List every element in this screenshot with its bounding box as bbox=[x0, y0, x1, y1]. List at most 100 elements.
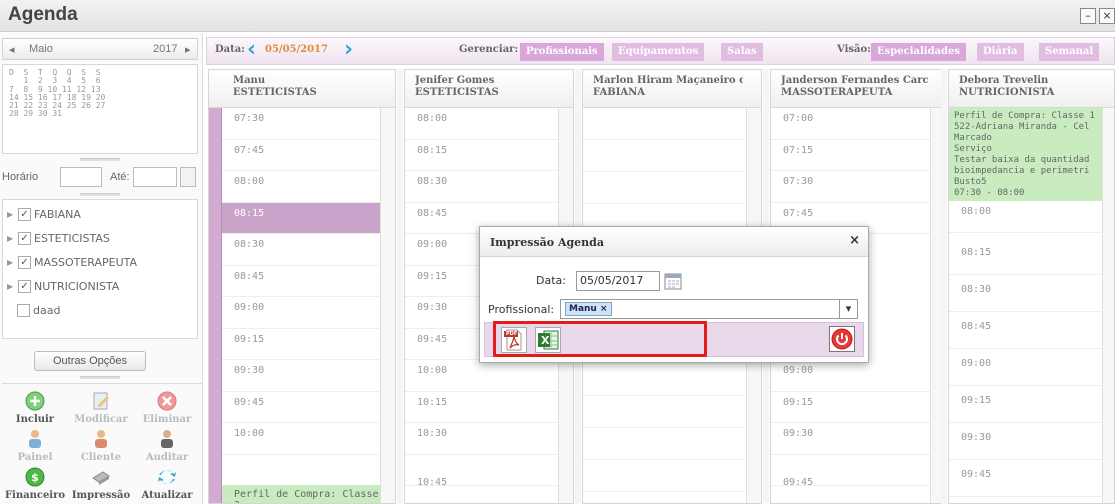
time-slot[interactable]: 09:15 bbox=[949, 386, 1102, 423]
refresh-button[interactable]: Atualizar bbox=[134, 466, 200, 501]
time-slot[interactable]: 08:30 bbox=[949, 275, 1102, 312]
title-bar: Agenda – × bbox=[0, 0, 1115, 32]
expand-arrow-icon[interactable]: ▶ bbox=[7, 210, 15, 219]
checkbox[interactable]: ✓ bbox=[18, 255, 31, 269]
time-slot[interactable]: 08:45 bbox=[222, 266, 381, 297]
time-slot[interactable]: 09:45 bbox=[771, 455, 930, 488]
time-slot[interactable]: 09:00 bbox=[771, 360, 930, 392]
time-slot[interactable]: 09:45 bbox=[949, 460, 1102, 497]
manage-equipment-button[interactable]: Equipamentos bbox=[612, 43, 705, 61]
professional-tag: Manu × bbox=[565, 302, 612, 316]
delete-button[interactable]: Eliminar bbox=[134, 390, 200, 425]
current-date[interactable]: 05/05/2017 bbox=[265, 44, 328, 55]
time-slot[interactable]: 08:00 bbox=[222, 171, 381, 203]
time-slot[interactable]: 08:45 bbox=[949, 312, 1102, 349]
time-slot[interactable]: 07:00 bbox=[771, 108, 930, 140]
manage-professionals-button[interactable]: Profissionais bbox=[520, 43, 604, 61]
checkbox[interactable] bbox=[17, 303, 30, 317]
professional-specialty: ESTETICISTAS bbox=[233, 87, 317, 98]
include-button[interactable]: Incluir bbox=[2, 390, 68, 425]
audit-button[interactable]: Auditar bbox=[134, 428, 200, 463]
view-weekly-button[interactable]: Semanal bbox=[1039, 43, 1100, 61]
time-slot[interactable]: 10:00 bbox=[222, 423, 381, 455]
time-slot[interactable]: 07:30 bbox=[771, 171, 930, 203]
column-splitter[interactable] bbox=[941, 69, 947, 504]
manage-rooms-button[interactable]: Salas bbox=[721, 43, 763, 61]
time-slot-selected[interactable]: 08:15 bbox=[222, 202, 381, 234]
professional-select[interactable]: Manu × ▾ bbox=[560, 299, 858, 319]
expand-arrow-icon[interactable]: ▶ bbox=[7, 234, 15, 243]
tree-item[interactable]: ▶ ✓ NUTRICIONISTA bbox=[7, 277, 119, 295]
time-slot[interactable]: 08:30 bbox=[222, 234, 381, 266]
panel-button[interactable]: Painel bbox=[2, 428, 68, 463]
splitter-handle[interactable] bbox=[80, 158, 120, 161]
power-off-button[interactable] bbox=[829, 326, 855, 352]
checkbox[interactable]: ✓ bbox=[18, 231, 31, 245]
prev-month-button[interactable]: ◂ bbox=[9, 43, 15, 56]
print-button[interactable]: Impressão bbox=[68, 466, 134, 501]
mini-calendar[interactable]: D S T Q Q S S 1 2 3 4 5 6 7 8 9 10 11 12… bbox=[2, 64, 198, 154]
next-month-button[interactable]: ▸ bbox=[185, 43, 191, 56]
splitter-handle[interactable] bbox=[80, 376, 120, 379]
dialog-close-button[interactable]: × bbox=[849, 233, 860, 248]
column-scrollbar[interactable] bbox=[1102, 108, 1114, 503]
financial-button[interactable]: $ Financeiro bbox=[2, 466, 68, 501]
date-input[interactable]: 05/05/2017 bbox=[576, 271, 660, 291]
time-slot[interactable]: 09:00 bbox=[949, 349, 1102, 386]
time-slot[interactable]: 09:15 bbox=[222, 329, 381, 360]
tag-remove-icon[interactable]: × bbox=[600, 304, 608, 314]
checkbox[interactable]: ✓ bbox=[18, 207, 31, 221]
hours-scroll[interactable] bbox=[180, 167, 196, 187]
time-slot[interactable]: 09:30 bbox=[771, 423, 930, 455]
column-selection-strip[interactable] bbox=[209, 108, 222, 503]
professional-name: Janderson Fernandes Carc bbox=[781, 75, 929, 86]
prev-day-button[interactable]: ‹ bbox=[247, 39, 256, 61]
time-slot[interactable]: 07:15 bbox=[771, 140, 930, 171]
time-slot[interactable]: 09:15 bbox=[771, 392, 930, 423]
export-excel-button[interactable]: X bbox=[535, 327, 561, 353]
column-splitter[interactable] bbox=[397, 69, 403, 504]
time-slot[interactable]: 07:45 bbox=[222, 140, 381, 171]
splitter-handle[interactable] bbox=[80, 193, 120, 196]
checkbox[interactable]: ✓ bbox=[18, 279, 31, 293]
time-slot[interactable]: 08:15 bbox=[949, 238, 1102, 275]
dropdown-arrow-icon[interactable]: ▾ bbox=[839, 300, 857, 318]
tree-item[interactable]: daad bbox=[17, 301, 60, 319]
appointment-line: Busto5 bbox=[954, 177, 987, 187]
time-slot[interactable]: 10:45 bbox=[405, 455, 558, 488]
time-slot[interactable]: 08:15 bbox=[405, 140, 558, 171]
appointment-preview[interactable]: Perfil de Compra: Classe 3 bbox=[222, 485, 381, 503]
time-slot[interactable]: 09:00 bbox=[222, 297, 381, 329]
view-specialties-button[interactable]: Especialidades bbox=[871, 43, 967, 61]
expand-arrow-icon[interactable]: ▶ bbox=[7, 282, 15, 291]
column-scrollbar[interactable] bbox=[380, 108, 395, 503]
tree-item[interactable]: ▶ ✓ MASSOTERAPEUTA bbox=[7, 253, 137, 271]
export-pdf-button[interactable]: PDF bbox=[501, 327, 527, 353]
hours-until-input[interactable] bbox=[133, 167, 177, 187]
time-slot[interactable]: 09:30 bbox=[222, 360, 381, 392]
modify-button[interactable]: Modificar bbox=[68, 390, 134, 425]
time-slot[interactable]: 09:45 bbox=[222, 392, 381, 423]
time-slot[interactable]: 08:30 bbox=[405, 171, 558, 203]
time-slot[interactable]: 10:30 bbox=[405, 423, 558, 455]
dialog-title: Impressão Agenda bbox=[490, 236, 604, 249]
view-daily-button[interactable]: Diária bbox=[977, 43, 1024, 61]
tree-item[interactable]: ▶ ✓ FABIANA bbox=[7, 205, 81, 223]
appointment-card[interactable]: Perfil de Compra: Classe 1 522-Adriana M… bbox=[949, 108, 1102, 201]
time-slot[interactable]: 08:00 bbox=[949, 201, 1102, 233]
client-button[interactable]: Cliente bbox=[68, 428, 134, 463]
tree-item[interactable]: ▶ ✓ ESTETICISTAS bbox=[7, 229, 110, 247]
time-slot[interactable]: 07:30 bbox=[222, 108, 381, 140]
expand-arrow-icon[interactable]: ▶ bbox=[7, 258, 15, 267]
time-slot[interactable]: 09:30 bbox=[949, 423, 1102, 460]
appointment-line: Perfil de Compra: Classe 1 bbox=[954, 111, 1095, 121]
calendar-icon[interactable] bbox=[664, 272, 682, 290]
time-slot[interactable]: 10:00 bbox=[405, 360, 558, 392]
other-options-button[interactable]: Outras Opções bbox=[34, 351, 146, 371]
next-day-button[interactable]: › bbox=[344, 39, 353, 61]
minimize-button[interactable]: – bbox=[1080, 8, 1096, 24]
time-slot[interactable]: 08:00 bbox=[405, 108, 558, 140]
close-window-button[interactable]: × bbox=[1099, 8, 1115, 24]
hours-from-input[interactable] bbox=[60, 167, 102, 187]
time-slot[interactable]: 10:15 bbox=[405, 392, 558, 423]
